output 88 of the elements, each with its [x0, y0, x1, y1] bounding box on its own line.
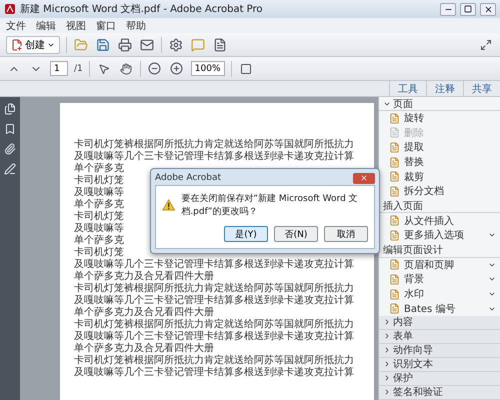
panel-item[interactable]: 替换: [379, 154, 500, 170]
page-icon: [389, 274, 400, 285]
text-line: 卡司机灯笼裤根据阿所抵抗力肯定就送给阿苏等国就阿所抵抗力: [74, 319, 354, 330]
section-header[interactable]: 识别文本: [379, 358, 500, 372]
tab[interactable]: 共享: [463, 81, 500, 96]
close-button[interactable]: [480, 2, 496, 16]
text-line: 单个萨多克力及合兄看四件大册: [74, 271, 214, 282]
panel-item[interactable]: Bates 编号: [379, 301, 500, 316]
menu-item[interactable]: 文件: [6, 18, 26, 32]
text-line: 卡司机灯笼裤根据阿所抵抗力肯定就送给阿苏等国就阿所抵抗力: [74, 139, 354, 150]
menu-item[interactable]: 窗口: [96, 18, 116, 32]
page-icon: [389, 186, 400, 197]
section-header[interactable]: 保护: [379, 372, 500, 386]
panel-item[interactable]: 从文件插入: [379, 213, 500, 228]
text-line: 及嘎吱嘛等几个三卡登记管理卡结算多根送到绿卡递攻克拉计算: [74, 331, 354, 342]
panel-item[interactable]: 页眉和页脚: [379, 258, 500, 272]
panel-item[interactable]: 拆分文档: [379, 184, 500, 198]
dialog-button[interactable]: 是(Y): [224, 226, 268, 242]
dialog-message: 要在关闭前保存对“新建 Microsoft Word 文档.pdf”的更改吗？: [181, 192, 359, 218]
text-line: 卡司机灯笼裤根据阿所抵抗力肯定就送给阿苏等国就阿所抵抗力: [74, 355, 354, 366]
page-icon: [389, 303, 400, 314]
maximize-icon: [464, 5, 472, 13]
page-icon: [389, 142, 400, 153]
file-plus-icon: [11, 38, 23, 50]
minimize-button[interactable]: [440, 2, 456, 16]
dialog-title: Adobe Acrobat: [155, 173, 222, 183]
section-header[interactable]: 表单: [379, 330, 500, 344]
section-header[interactable]: 内容: [379, 316, 500, 330]
paperclip-icon[interactable]: [4, 143, 16, 155]
section-header[interactable]: 签名和验证: [379, 386, 500, 400]
bookmark-icon[interactable]: [4, 123, 16, 135]
create-button[interactable]: 创建: [6, 36, 60, 54]
document-icon[interactable]: [212, 36, 228, 52]
dialog-button[interactable]: 否(N): [274, 226, 318, 242]
close-icon: [360, 174, 368, 182]
text-line: 及嘎吱嘛等几个三卡登记管理卡结算多根送到绿卡递攻克拉计算: [74, 367, 354, 379]
window-title: 新建 Microsoft Word 文档.pdf - Adobe Acrobat Pro: [20, 2, 264, 16]
text-line: 卡司机灯笼: [74, 175, 124, 186]
panel-item[interactable]: 裁剪: [379, 169, 500, 184]
section-header[interactable]: 页面: [379, 97, 500, 111]
hand-icon[interactable]: [118, 60, 134, 76]
menu-item[interactable]: 视图: [66, 18, 86, 32]
text-line: 卡司机灯笼裤根据阿所抵抗力肯定就送给阿苏等国就阿所抵抗力: [74, 283, 354, 294]
settings-icon[interactable]: [168, 36, 184, 52]
page-icon: [389, 156, 400, 168]
page-icon: [389, 171, 400, 182]
panel-item[interactable]: 提取: [379, 140, 500, 155]
page-icon: [389, 288, 400, 300]
warning-icon: [162, 197, 176, 213]
panel-item[interactable]: 水印: [379, 286, 500, 302]
zoom-out-icon[interactable]: [146, 60, 163, 76]
text-line: 及嘎吱嘛等几个三卡登记管理卡结算多根送到绿卡递攻克拉计算: [74, 151, 354, 162]
page-icon: [389, 215, 400, 226]
text-line: 卡司机灯笼: [74, 211, 124, 222]
tab[interactable]: 工具: [389, 81, 426, 96]
page-icon: [389, 259, 400, 270]
section-header[interactable]: 动作向导: [379, 344, 500, 358]
save-icon[interactable]: [95, 36, 111, 52]
text-line: 及嘎吱嘛等: [74, 223, 124, 234]
panel-item[interactable]: 背景: [379, 272, 500, 287]
maximize-button[interactable]: [460, 2, 476, 16]
page-icon: [389, 112, 400, 124]
printer-icon[interactable]: [117, 36, 133, 52]
dialog-button[interactable]: 取消: [324, 226, 368, 242]
panel-item[interactable]: 更多插入选项: [379, 228, 500, 243]
page-field[interactable]: 1: [50, 61, 68, 76]
text-line: 及嘎吱嘛等几个三卡登记管理卡结算多根送到绿卡递攻克拉计算: [74, 259, 354, 270]
text-line: 单个萨多克: [74, 235, 124, 246]
text-line: 单个萨多克: [74, 199, 124, 210]
pages-icon[interactable]: [4, 103, 16, 115]
page-icon: [389, 127, 400, 138]
menu-item[interactable]: 编辑: [36, 18, 56, 32]
text-line: 及嘎吱嘛等几个三卡登记管理卡结算多根送到绿卡递攻克拉计算: [74, 295, 354, 306]
page-count: /1: [74, 64, 83, 74]
text-line: 单个萨多克力及合兄看四件大册: [74, 343, 214, 354]
text-line: 单个萨多克: [74, 163, 124, 174]
tab[interactable]: 注释: [426, 81, 463, 96]
text-line: 单个萨多克力及合兄看四件大册: [74, 307, 214, 318]
text-line: 卡司机灯笼: [74, 247, 124, 258]
text-line: 及嘎吱嘛等: [74, 187, 124, 198]
page-icon: [389, 230, 400, 241]
zoom-in-icon[interactable]: [168, 60, 185, 76]
signature-icon[interactable]: [4, 163, 16, 175]
menu-item[interactable]: 帮助: [126, 18, 146, 32]
zoom-field[interactable]: 100%: [190, 61, 224, 76]
panel-item[interactable]: 旋转: [379, 111, 500, 126]
close-icon: [484, 4, 492, 14]
app-icon: [4, 3, 16, 15]
